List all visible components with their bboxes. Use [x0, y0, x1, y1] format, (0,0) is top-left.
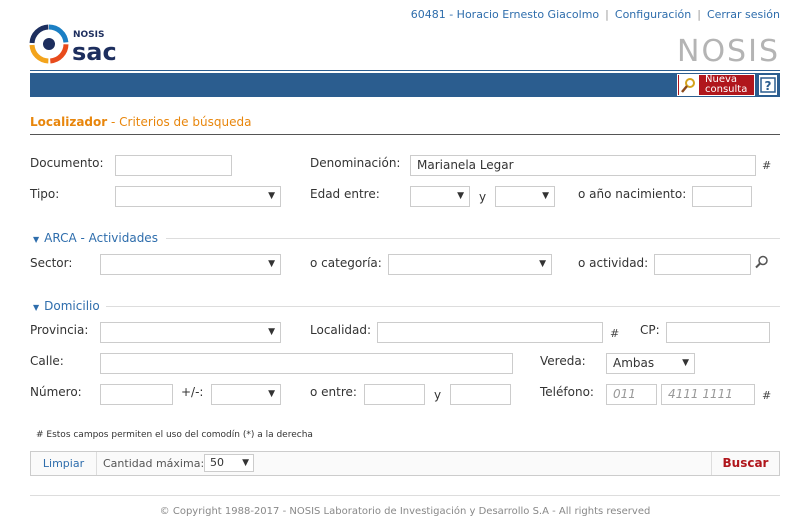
chevron-down-icon: ▼	[542, 191, 549, 201]
wildcard-hint: #	[610, 327, 620, 340]
chevron-down-icon: ▼	[268, 191, 275, 201]
entre-calle2-input[interactable]	[450, 384, 511, 405]
masmenos-label: +/-:	[181, 385, 204, 399]
masmenos-select[interactable]: ▼	[211, 384, 281, 405]
categoria-select[interactable]: ▼	[388, 254, 552, 275]
logo-text-line2: SAC	[72, 38, 117, 64]
new-query-label: Nueva consulta	[705, 74, 748, 95]
telefono-area-input[interactable]: 011	[606, 384, 657, 405]
toolbar: Nueva consulta ?	[30, 73, 780, 97]
separator: |	[697, 8, 701, 21]
arca-section-toggle[interactable]: ▼ ARCA - Actividades	[33, 231, 158, 245]
sector-select[interactable]: ▼	[100, 254, 281, 275]
denominacion-label: Denominación:	[310, 156, 401, 170]
config-link[interactable]: Configuración	[615, 8, 691, 21]
tipo-select[interactable]: ▼	[115, 186, 281, 207]
clear-button[interactable]: Limpiar	[31, 452, 97, 475]
chevron-down-icon: ▼	[242, 458, 249, 468]
provincia-label: Provincia:	[30, 323, 89, 337]
entre-and-label: y	[434, 388, 442, 402]
entre-calle1-input[interactable]	[364, 384, 425, 405]
triangle-down-icon: ▼	[33, 235, 40, 244]
svg-text:?: ?	[765, 79, 772, 93]
chevron-down-icon: ▼	[457, 191, 464, 201]
telefono-number-input[interactable]: 4111 1111	[661, 384, 755, 405]
denominacion-input[interactable]: Marianela Legar	[410, 155, 756, 176]
divider	[30, 70, 780, 71]
chevron-down-icon: ▼	[539, 259, 546, 269]
edad-hasta-select[interactable]: ▼	[495, 186, 555, 207]
chevron-down-icon: ▼	[268, 259, 275, 269]
divider	[30, 134, 780, 135]
max-results-select[interactable]: 50 ▼	[204, 454, 254, 472]
search-magnifier-icon	[679, 75, 699, 95]
edad-label: Edad entre:	[310, 187, 380, 201]
search-icon[interactable]	[755, 255, 769, 272]
triangle-down-icon: ▼	[33, 303, 40, 312]
copyright: © Copyright 1988-2017 - NOSIS Laboratori…	[159, 506, 651, 517]
documento-label: Documento:	[30, 156, 104, 170]
documento-input[interactable]	[115, 155, 232, 176]
vereda-select[interactable]: Ambas ▼	[606, 353, 695, 374]
numero-input[interactable]	[100, 384, 173, 405]
user-link[interactable]: 60481 - Horacio Ernesto Giacolmo	[411, 8, 599, 21]
top-nav: 60481 - Horacio Ernesto Giacolmo | Configu…	[411, 8, 780, 21]
actividad-input[interactable]	[654, 254, 751, 275]
anio-input[interactable]	[692, 186, 752, 207]
page-title: Localizador - Criterios de búsqueda	[30, 115, 252, 129]
tipo-label: Tipo:	[30, 187, 60, 201]
chevron-down-icon: ▼	[268, 389, 275, 399]
cp-label: CP:	[640, 323, 660, 337]
chevron-down-icon: ▼	[682, 358, 689, 368]
cp-input[interactable]	[666, 322, 770, 343]
categoria-label: o categoría:	[310, 256, 382, 270]
actividad-label: o actividad:	[578, 256, 649, 270]
telefono-label: Teléfono:	[540, 385, 594, 399]
search-button[interactable]: Buscar	[711, 452, 779, 475]
nosis-sac-logo[interactable]: NOSIS SAC	[29, 24, 141, 66]
wildcard-hint: #	[762, 389, 772, 402]
help-icon: ?	[760, 77, 776, 93]
calle-label: Calle:	[30, 354, 64, 368]
divider	[106, 306, 780, 307]
logout-link[interactable]: Cerrar sesión	[707, 8, 780, 21]
provincia-select[interactable]: ▼	[100, 322, 281, 343]
sector-label: Sector:	[30, 256, 73, 270]
brand-wordmark: NOSIS	[677, 34, 780, 69]
vereda-label: Vereda:	[540, 354, 586, 368]
wildcard-note: # Estos campos permiten el uso del comod…	[36, 430, 313, 440]
localidad-label: Localidad:	[310, 323, 372, 337]
help-button[interactable]: ?	[758, 74, 778, 96]
divider	[30, 495, 780, 496]
separator: |	[605, 8, 609, 21]
action-bar: Limpiar Cantidad máxima: 50 ▼ Buscar	[30, 451, 780, 476]
edad-and-label: y	[479, 190, 487, 204]
numero-label: Número:	[30, 385, 82, 399]
new-query-button[interactable]: Nueva consulta	[677, 74, 755, 96]
max-results-label: Cantidad máxima:	[103, 457, 205, 470]
chevron-down-icon: ▼	[268, 327, 275, 337]
calle-input[interactable]	[100, 353, 513, 374]
edad-desde-select[interactable]: ▼	[410, 186, 470, 207]
domicilio-section-toggle[interactable]: ▼ Domicilio	[33, 299, 100, 313]
wildcard-hint: #	[762, 159, 772, 172]
localidad-input[interactable]	[377, 322, 603, 343]
anio-label: o año nacimiento:	[578, 187, 687, 201]
entre-label: o entre:	[310, 385, 357, 399]
divider	[166, 238, 780, 239]
